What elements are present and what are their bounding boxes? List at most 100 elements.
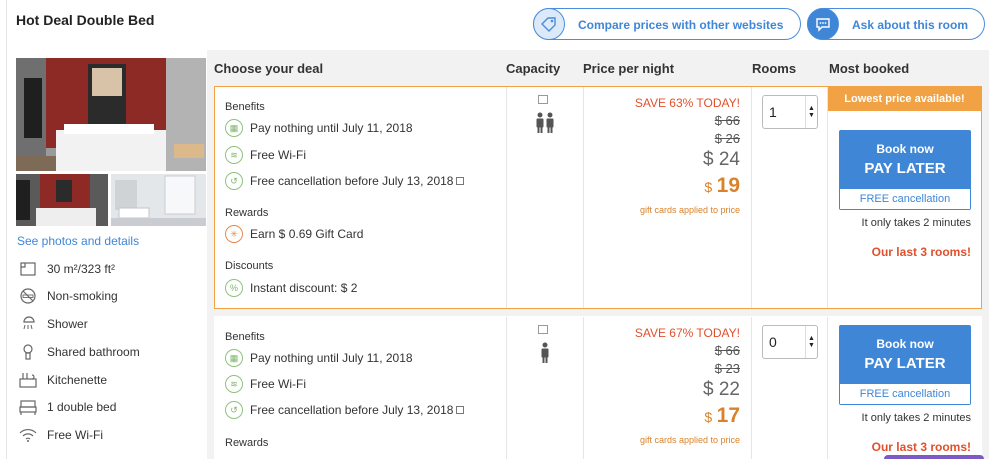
book-now-label: Book now [876,337,934,351]
amenity-room-size: 30 m²/323 ft² [17,259,115,279]
final-price-currency: $ [704,179,713,195]
book-now-button[interactable]: Book now PAY LATER FREE cancellation [839,325,971,405]
select-arrows-icon: ▲ ▼ [805,96,817,128]
reward-label: Earn $ 0.69 Gift Card [250,227,364,241]
ask-about-room-label: Ask about this room [852,18,969,32]
final-price: $ 19 [590,174,740,198]
discount-label: Instant discount: $ 2 [250,281,358,295]
final-price: $ 17 [590,404,740,428]
amenity-bed: 1 double bed [17,397,116,417]
select-arrows-icon: ▲ ▼ [805,326,817,358]
see-photos-link[interactable]: See photos and details [17,234,139,248]
calendar-icon: ▦ [225,349,243,367]
benefit-label: Free Wi-Fi [250,377,306,391]
table-gutter-right [982,86,989,459]
compare-prices-button[interactable]: Compare prices with other websites [533,8,801,40]
column-divider [506,87,507,308]
amenity-label: Shower [47,317,88,331]
tag-icon [533,8,565,40]
rooms-select-value: 0 [769,334,777,350]
amenity-label: Kitchenette [47,373,108,387]
reward-gift-card: ✳ Earn $ 0.69 Gift Card [225,225,363,243]
original-price: $ 66 [714,343,740,358]
benefit-label: Pay nothing until July 11, 2018 [250,351,413,365]
column-header-capacity: Capacity [506,61,561,76]
final-price-amount: 17 [716,404,740,427]
chat-widget-tab[interactable] [884,455,984,459]
table-gutter-left [207,86,214,459]
final-price-currency: $ [704,409,713,425]
benefit-label: Free cancellation before July 13, 2018 [250,174,454,188]
discounts-title: Discounts [225,260,274,272]
one-guest-icon [539,342,551,369]
benefit-label: Free cancellation before July 13, 2018 [250,403,454,417]
amenity-wifi: Free Wi-Fi [17,425,103,445]
benefit-wifi: ≋ Free Wi-Fi [225,375,306,393]
benefit-pay-later: ▦ Pay nothing until July 11, 2018 [225,119,413,137]
column-header-price: Price per night [583,61,675,76]
free-cancellation-label: FREE cancellation [840,384,970,404]
room-size-icon [17,260,39,278]
external-link-icon[interactable] [456,406,465,414]
book-now-button[interactable]: Book now PAY LATER FREE cancellation [839,130,971,210]
compare-prices-label: Compare prices with other websites [578,18,784,32]
two-guests-icon [534,112,556,139]
rewards-title: Rewards [225,437,269,449]
amenity-shower: Shower [17,314,88,334]
cancellation-icon: ↺ [225,172,243,190]
discounted-price: $ 24 [703,149,740,170]
column-divider [583,87,584,308]
amenity-label: 30 m²/323 ft² [47,262,116,276]
rooms-select[interactable]: 0 ▲ ▼ [762,325,818,359]
room-photo-thumb-2[interactable] [111,174,206,226]
free-cancellation-label: FREE cancellation [840,189,970,209]
original-price: $ 66 [714,113,740,128]
gift-card-note: gift cards applied to price [639,435,740,445]
rooms-select[interactable]: 1 ▲ ▼ [762,95,818,129]
room-photo-main[interactable] [16,58,206,171]
capacity-info-icon[interactable] [538,95,548,104]
column-header-deal: Choose your deal [214,61,324,76]
amenity-label: Free Wi-Fi [47,428,103,442]
chat-icon [807,8,839,40]
discount-tag-icon: % [225,279,243,297]
frame-divider [6,0,7,459]
calendar-icon: ▦ [225,119,243,137]
discount-instant: % Instant discount: $ 2 [225,279,357,297]
shower-icon [17,315,39,333]
previous-price: $ 23 [714,361,740,376]
rooms-left-alert: Our last 3 rooms! [871,245,971,259]
benefit-wifi: ≋ Free Wi-Fi [225,146,306,164]
wifi-icon: ≋ [225,375,243,393]
cancellation-icon: ↺ [225,401,243,419]
pay-later-label: PAY LATER [864,355,946,372]
rooms-select-value: 1 [769,104,777,120]
bed-icon [17,398,39,416]
external-link-icon[interactable] [456,177,465,185]
room-title: Hot Deal Double Bed [16,12,155,28]
amenity-label: 1 double bed [47,400,117,414]
benefit-pay-later: ▦ Pay nothing until July 11, 2018 [225,349,413,367]
benefit-label: Pay nothing until July 11, 2018 [250,121,413,135]
lowest-price-banner: Lowest price available! [828,87,981,111]
kitchenette-icon [17,371,39,389]
column-divider [751,317,752,459]
booking-time-note: It only takes 2 minutes [861,217,971,229]
gift-card-note: gift cards applied to price [639,205,740,215]
savings-badge: SAVE 63% TODAY! [634,96,740,110]
benefit-label: Free Wi-Fi [250,148,306,162]
rooms-left-alert: Our last 3 rooms! [871,440,971,454]
rewards-title: Rewards [225,207,269,219]
bathroom-icon [17,343,39,361]
amenity-label: Shared bathroom [47,345,140,359]
savings-badge: SAVE 67% TODAY! [634,326,740,340]
ask-about-room-button[interactable]: Ask about this room [807,8,985,40]
room-photo-thumb-1[interactable] [16,174,108,226]
amenity-kitchenette: Kitchenette [17,370,107,390]
amenity-bathroom: Shared bathroom [17,342,140,362]
capacity-info-icon[interactable] [538,325,548,334]
previous-price: $ 26 [714,131,740,146]
gift-card-icon: ✳ [225,225,243,243]
column-divider [827,317,828,459]
benefit-free-cancellation: ↺ Free cancellation before July 13, 2018 [225,172,465,190]
